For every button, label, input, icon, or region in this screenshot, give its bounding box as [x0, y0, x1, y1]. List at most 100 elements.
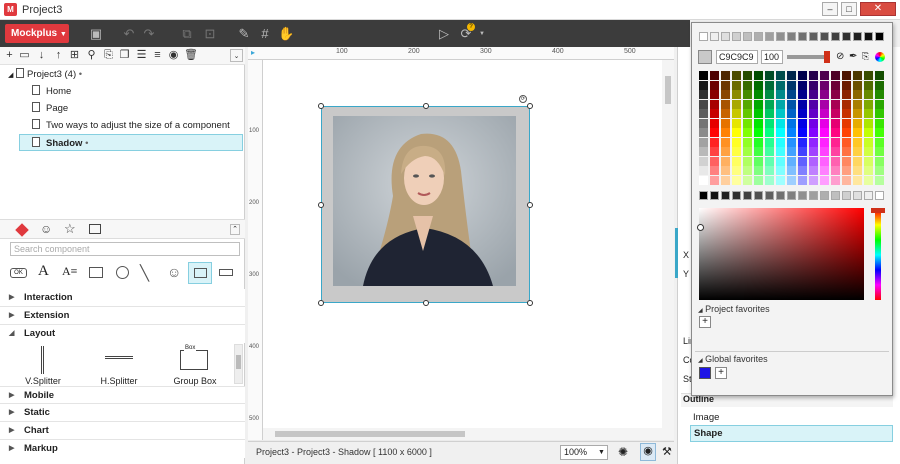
color-swatch[interactable] — [699, 118, 708, 128]
color-swatch[interactable] — [831, 109, 840, 118]
redo-icon[interactable]: ↷ — [141, 26, 157, 42]
grid-icon[interactable]: # — [257, 26, 273, 42]
resize-handle[interactable] — [318, 103, 324, 109]
chevron-down-icon[interactable]: ▼ — [479, 31, 485, 37]
color-swatch[interactable] — [864, 156, 873, 166]
color-swatch[interactable] — [765, 90, 774, 99]
portrait-image[interactable] — [333, 116, 516, 286]
opacity-input[interactable]: 100 — [761, 50, 783, 64]
import-icon[interactable]: ↓ — [35, 49, 48, 62]
color-swatch[interactable] — [875, 90, 884, 99]
resize-handle[interactable] — [318, 300, 324, 306]
ungroup-icon[interactable]: ⊡ — [202, 26, 218, 42]
opacity-slider-thumb[interactable] — [824, 51, 830, 63]
group-box-icon[interactable]: Box — [180, 345, 208, 370]
color-swatch[interactable] — [820, 156, 829, 166]
color-swatch[interactable] — [743, 109, 752, 118]
preview-play-icon[interactable]: ▷ — [436, 26, 452, 42]
color-swatch[interactable] — [754, 71, 763, 80]
help-badge-icon[interactable]: ? — [467, 23, 475, 31]
eyedropper-icon[interactable]: ✒ — [849, 51, 857, 62]
grayscale-swatch-row[interactable] — [699, 32, 887, 42]
color-swatch[interactable] — [765, 166, 774, 175]
color-swatch[interactable] — [776, 191, 785, 200]
emoji-tab-icon[interactable]: ☺ — [40, 222, 52, 236]
color-swatch[interactable] — [765, 175, 774, 185]
color-swatch[interactable] — [776, 80, 785, 90]
color-swatch[interactable] — [809, 128, 818, 137]
color-swatch[interactable] — [721, 147, 730, 156]
color-swatch[interactable] — [820, 191, 829, 200]
color-swatch[interactable] — [776, 32, 785, 41]
color-swatch[interactable] — [743, 147, 752, 156]
color-swatch[interactable] — [710, 109, 719, 118]
color-swatch[interactable] — [842, 109, 851, 118]
recent-swatch-row[interactable] — [699, 191, 887, 201]
color-swatch[interactable] — [809, 191, 818, 200]
resize-handle[interactable] — [527, 202, 533, 208]
color-swatch[interactable] — [853, 118, 862, 128]
color-swatch[interactable] — [842, 156, 851, 166]
color-swatch[interactable] — [809, 118, 818, 128]
color-swatch[interactable] — [743, 156, 752, 166]
category-chart[interactable]: ▶ Chart — [0, 422, 245, 440]
text-component-icon[interactable]: A — [38, 263, 49, 280]
tree-icon[interactable]: ⊞ — [68, 49, 81, 62]
color-swatch[interactable] — [776, 147, 785, 156]
color-swatch[interactable] — [853, 90, 862, 99]
color-swatch[interactable] — [787, 90, 796, 99]
color-swatch[interactable] — [798, 137, 807, 147]
color-swatch[interactable] — [710, 90, 719, 99]
color-swatch[interactable] — [798, 99, 807, 109]
color-swatch[interactable] — [776, 90, 785, 99]
color-swatch[interactable] — [732, 99, 741, 109]
color-palette-grid[interactable] — [699, 71, 887, 185]
color-swatch[interactable] — [875, 80, 884, 90]
color-swatch[interactable] — [776, 118, 785, 128]
color-swatch[interactable] — [743, 137, 752, 147]
tree-page-home[interactable]: Home — [32, 83, 71, 100]
color-swatch[interactable] — [699, 147, 708, 156]
category-layout[interactable]: ◢ Layout — [0, 325, 245, 343]
color-swatch[interactable] — [787, 166, 796, 175]
components-tab-icon[interactable] — [15, 223, 29, 237]
resize-handle[interactable] — [527, 103, 533, 109]
color-swatch[interactable] — [831, 118, 840, 128]
color-swatch[interactable] — [743, 128, 752, 137]
color-swatch[interactable] — [765, 137, 774, 147]
hand-icon[interactable]: ✋ — [278, 26, 294, 42]
color-swatch[interactable] — [743, 32, 752, 41]
close-window-button[interactable]: ✕ — [860, 2, 896, 16]
color-swatch[interactable] — [831, 137, 840, 147]
color-swatch[interactable] — [787, 118, 796, 128]
color-swatch[interactable] — [721, 71, 730, 80]
color-swatch[interactable] — [721, 118, 730, 128]
layout-scrollbar[interactable] — [234, 344, 243, 384]
color-swatch[interactable] — [721, 191, 730, 200]
undo-icon[interactable]: ↶ — [121, 26, 137, 42]
color-swatch[interactable] — [864, 109, 873, 118]
color-swatch[interactable] — [842, 191, 851, 200]
color-swatch[interactable] — [820, 175, 829, 185]
vertical-scrollbar[interactable] — [662, 60, 674, 428]
menu-icon[interactable]: ≡ — [151, 49, 164, 62]
color-swatch[interactable] — [875, 175, 884, 185]
color-swatch[interactable] — [732, 32, 741, 41]
color-swatch[interactable] — [809, 71, 818, 80]
color-swatch[interactable] — [732, 156, 741, 166]
color-swatch[interactable] — [864, 191, 873, 200]
zoom-select[interactable]: 100% ▼ — [560, 445, 608, 460]
v-splitter-icon[interactable] — [41, 346, 44, 374]
color-swatch[interactable] — [875, 137, 884, 147]
color-swatch[interactable] — [864, 147, 873, 156]
color-swatch[interactable] — [710, 118, 719, 128]
color-swatch[interactable] — [721, 80, 730, 90]
resize-handle[interactable] — [527, 300, 533, 306]
color-swatch[interactable] — [754, 90, 763, 99]
color-swatch[interactable] — [776, 137, 785, 147]
hue-slider[interactable] — [875, 210, 881, 300]
outline-item-image[interactable]: Image — [690, 409, 893, 426]
color-swatch[interactable] — [721, 156, 730, 166]
color-swatch[interactable] — [710, 128, 719, 137]
color-swatch[interactable] — [842, 90, 851, 99]
